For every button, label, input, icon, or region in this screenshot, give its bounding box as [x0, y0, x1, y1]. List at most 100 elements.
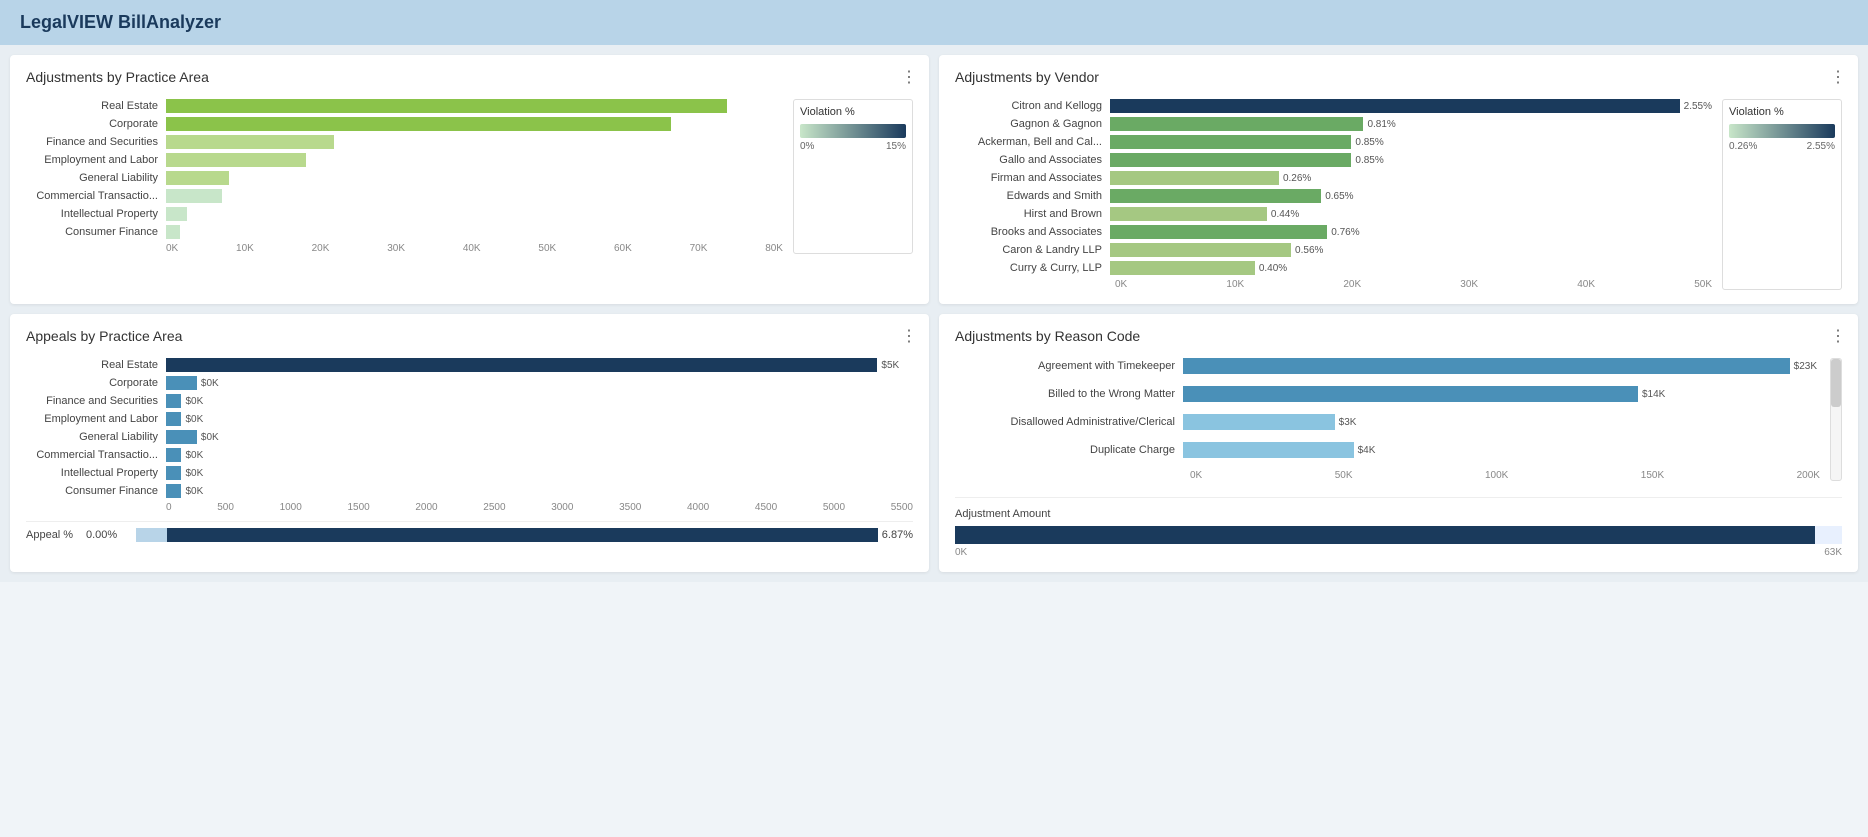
panel-appeals-menu[interactable]: ⋮: [901, 326, 917, 346]
panel-vendor-menu[interactable]: ⋮: [1830, 67, 1846, 87]
vendor-bar-row: Caron & Landry LLP 0.56%: [955, 243, 1712, 257]
reason-x-axis-label: 100K: [1485, 470, 1508, 481]
appeals-x-axis-label: 0: [166, 502, 172, 513]
vendor-legend-gradient: [1729, 124, 1835, 138]
reason-x-axis-label: 50K: [1335, 470, 1353, 481]
vendor-x-axis-label: 10K: [1226, 279, 1244, 290]
practice-bar-row: Intellectual Property: [26, 207, 783, 221]
reason-bar-value: $23K: [1794, 361, 1817, 372]
vendor-bar-fill: [1110, 171, 1279, 185]
appeals-bar-value: $0K: [185, 396, 203, 407]
practice-bar-container: [166, 171, 783, 185]
practice-bar-fill: [166, 135, 334, 149]
practice-bar-fill: [166, 117, 671, 131]
reason-bar-label: Disallowed Administrative/Clerical: [955, 416, 1175, 428]
appeals-x-axis-label: 4000: [687, 502, 709, 513]
appeal-pct-bar-light: [136, 528, 167, 542]
reason-bar-container: $3K: [1183, 414, 1820, 430]
appeals-bar-row: Consumer Finance $0K: [26, 484, 913, 498]
appeals-bar-value: $0K: [201, 432, 219, 443]
vendor-bar-value: 2.55%: [1684, 101, 1712, 112]
vendor-chart: Citron and Kellogg 2.55% Gagnon & Gagnon…: [955, 99, 1842, 290]
appeals-bar-label: Employment and Labor: [26, 413, 166, 425]
appeals-bar-container: $0K: [166, 466, 913, 480]
vendor-bar-label: Curry & Curry, LLP: [955, 262, 1110, 274]
panel-reason-code-menu[interactable]: ⋮: [1830, 326, 1846, 346]
adj-amount-bar-dark: [955, 526, 1815, 544]
vendor-legend-labels: 0.26% 2.55%: [1729, 141, 1835, 152]
appeals-bar-fill: [166, 484, 181, 498]
appeals-bar-fill: [166, 412, 181, 426]
appeals-bar-fill: [166, 394, 181, 408]
adj-axis-left: 0K: [955, 547, 967, 558]
reason-x-axis-label: 0K: [1190, 470, 1202, 481]
panel-appeals-title: Appeals by Practice Area: [26, 328, 913, 344]
reason-bar-row: Disallowed Administrative/Clerical $3K: [955, 414, 1820, 430]
appeals-bar-label: Corporate: [26, 377, 166, 389]
practice-bar-fill: [166, 225, 180, 239]
adj-x-axis: 0K 63K: [955, 547, 1842, 558]
vendor-bar-container: 0.85%: [1110, 153, 1712, 167]
appeals-bar-label: Real Estate: [26, 359, 166, 371]
appeals-bar-label: Finance and Securities: [26, 395, 166, 407]
appeals-bar-value: $0K: [201, 378, 219, 389]
vendor-bar-label: Ackerman, Bell and Cal...: [955, 136, 1110, 148]
practice-bar-row: Consumer Finance: [26, 225, 783, 239]
vendor-bar-row: Edwards and Smith 0.65%: [955, 189, 1712, 203]
panel-appeals: Appeals by Practice Area ⋮ Real Estate $…: [10, 314, 929, 572]
adj-amount-bar-bg: [955, 526, 1842, 544]
reason-bar-label: Billed to the Wrong Matter: [955, 388, 1175, 400]
panel-practice-area: Adjustments by Practice Area ⋮ Real Esta…: [10, 55, 929, 304]
x-axis-label: 50K: [538, 243, 556, 254]
vendor-bar-fill: [1110, 261, 1255, 275]
vendor-legend: Violation % 0.26% 2.55%: [1722, 99, 1842, 290]
practice-bar-label: Finance and Securities: [26, 136, 166, 148]
appeals-bar-row: Real Estate $5K: [26, 358, 913, 372]
vendor-bar-fill: [1110, 135, 1351, 149]
practice-bar-label: Consumer Finance: [26, 226, 166, 238]
vendor-bar-label: Caron & Landry LLP: [955, 244, 1110, 256]
panel-vendor-title: Adjustments by Vendor: [955, 69, 1842, 85]
practice-bar-fill: [166, 189, 222, 203]
reason-bar-label: Agreement with Timekeeper: [955, 360, 1175, 372]
vendor-legend-title: Violation %: [1729, 106, 1835, 118]
vendor-legend-min: 0.26%: [1729, 141, 1757, 152]
vendor-bar-container: 0.81%: [1110, 117, 1712, 131]
vendor-bar-row: Gallo and Associates 0.85%: [955, 153, 1712, 167]
reason-bar-fill: [1183, 358, 1790, 374]
appeals-bar-value: $0K: [185, 468, 203, 479]
appeals-bar-row: Commercial Transactio... $0K: [26, 448, 913, 462]
practice-area-chart: Real Estate Corporate Finance and Securi…: [26, 99, 913, 254]
practice-area-legend-gradient: [800, 124, 906, 138]
appeals-bar-fill: [166, 376, 197, 390]
x-axis-label: 80K: [765, 243, 783, 254]
vendor-bar-container: 0.85%: [1110, 135, 1712, 149]
appeals-bar-label: Intellectual Property: [26, 467, 166, 479]
panel-practice-area-menu[interactable]: ⋮: [901, 67, 917, 87]
practice-bar-fill: [166, 207, 187, 221]
vendor-x-axis-label: 50K: [1694, 279, 1712, 290]
reason-bar-container: $4K: [1183, 442, 1820, 458]
practice-bar-fill: [166, 171, 229, 185]
appeal-pct-row: Appeal % 0.00% 6.87%: [26, 521, 913, 542]
appeals-x-axis-label: 500: [217, 502, 234, 513]
vendor-bar-label: Gallo and Associates: [955, 154, 1110, 166]
x-axis-label: 10K: [236, 243, 254, 254]
appeals-bar-container: $0K: [166, 430, 913, 444]
vendor-bar-row: Hirst and Brown 0.44%: [955, 207, 1712, 221]
practice-bar-label: Real Estate: [26, 100, 166, 112]
vendor-bar-value: 0.85%: [1355, 137, 1383, 148]
vendor-bar-value: 0.26%: [1283, 173, 1311, 184]
appeals-x-axis-label: 4500: [755, 502, 777, 513]
practice-bar-row: Employment and Labor: [26, 153, 783, 167]
appeals-bar-label: Consumer Finance: [26, 485, 166, 497]
reason-bar-row: Agreement with Timekeeper $23K: [955, 358, 1820, 374]
vendor-legend-max: 2.55%: [1807, 141, 1835, 152]
reason-code-scrollbar[interactable]: [1830, 358, 1842, 481]
appeals-bar-row: Intellectual Property $0K: [26, 466, 913, 480]
appeals-x-axis-label: 2000: [415, 502, 437, 513]
vendor-bar-value: 0.44%: [1271, 209, 1299, 220]
reason-bar-fill: [1183, 414, 1335, 430]
vendor-bar-fill: [1110, 207, 1267, 221]
practice-bar-container: [166, 189, 783, 203]
